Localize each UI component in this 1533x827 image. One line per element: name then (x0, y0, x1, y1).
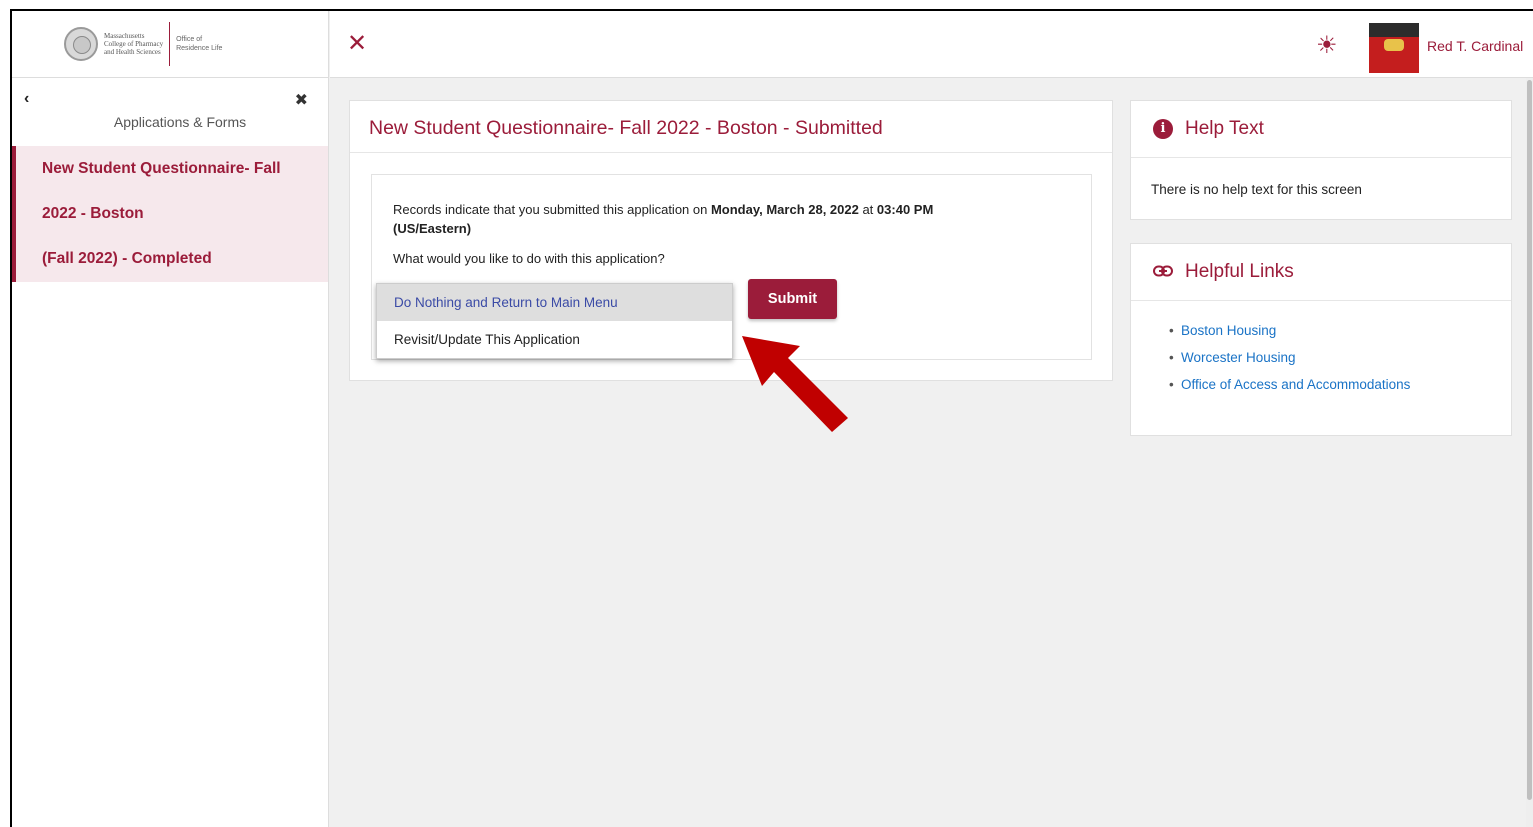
submission-record-text: Records indicate that you submitted this… (393, 200, 1013, 238)
office-name-line2: Residence Life (176, 45, 223, 52)
application-status-box: Records indicate that you submitted this… (371, 174, 1092, 360)
action-question: What would you like to do with this appl… (393, 251, 665, 266)
chevron-left-icon[interactable]: ‹ (24, 90, 29, 108)
office-name: Office of Residence Life (176, 35, 222, 53)
top-bar: ✕ ☀ Red T. Cardinal (330, 11, 1533, 78)
scrollbar[interactable] (1526, 78, 1533, 827)
sidebar-item-label-line1: New Student Questionnaire- Fall (42, 160, 281, 177)
help-text-header: i Help Text (1131, 101, 1511, 158)
app-frame: Massachusetts College of Pharmacy and He… (10, 9, 1533, 827)
helpful-links-header: Helpful Links (1131, 244, 1511, 301)
college-name-line2: College of Pharmacy (104, 40, 164, 48)
link-access-accommodations[interactable]: Office of Access and Accommodations (1169, 377, 1511, 392)
sidebar-close-icon[interactable]: ✖ (295, 90, 308, 110)
help-text-title: Help Text (1185, 118, 1264, 139)
college-name-line1: Massachusetts (104, 32, 145, 40)
logo-divider (169, 22, 171, 66)
sidebar-controls: ‹ ✖ (12, 78, 328, 118)
helpful-links-card: Helpful Links Boston Housing Worcester H… (1130, 243, 1512, 436)
sidebar-item-label-line2: 2022 - Boston (42, 205, 144, 222)
records-prefix: Records indicate that you submitted this… (393, 202, 711, 217)
link-boston-housing[interactable]: Boston Housing (1169, 323, 1511, 338)
college-logo[interactable]: Massachusetts College of Pharmacy and He… (64, 22, 222, 66)
college-name: Massachusetts College of Pharmacy and He… (104, 32, 163, 56)
records-date: Monday, March 28, 2022 (710, 202, 859, 217)
helpful-links-title: Helpful Links (1185, 261, 1294, 282)
dropdown-option-do-nothing[interactable]: Do Nothing and Return to Main Menu (377, 284, 732, 321)
user-name[interactable]: Red T. Cardinal (1427, 38, 1523, 54)
records-mid: at (858, 202, 877, 217)
sidebar-item-label-line3: (Fall 2022) - Completed (42, 250, 212, 267)
scrollbar-thumb[interactable] (1527, 80, 1532, 800)
help-text-body: There is no help text for this screen (1151, 182, 1362, 197)
link-icon (1153, 262, 1173, 282)
help-text-card: i Help Text There is no help text for th… (1130, 100, 1512, 220)
close-icon[interactable]: ✕ (347, 29, 367, 58)
annotation-arrow-icon (742, 336, 848, 432)
info-icon: i (1153, 119, 1173, 139)
application-card: New Student Questionnaire- Fall 2022 - B… (349, 100, 1113, 381)
office-name-line1: Office of (176, 36, 203, 43)
dropdown-option-revisit[interactable]: Revisit/Update This Application (377, 321, 732, 358)
avatar[interactable] (1369, 23, 1419, 73)
logo-area: Massachusetts College of Pharmacy and He… (12, 11, 328, 78)
helpful-links-list: Boston Housing Worcester Housing Office … (1131, 301, 1511, 392)
college-name-line3: and Health Sciences (104, 48, 161, 56)
page-title: New Student Questionnaire- Fall 2022 - B… (350, 101, 1112, 153)
theme-toggle-sun-icon[interactable]: ☀ (1316, 31, 1338, 60)
sidebar-item-new-student-questionnaire[interactable]: New Student Questionnaire- Fall 2022 - B… (12, 146, 328, 282)
action-dropdown-list[interactable]: Do Nothing and Return to Main Menu Revis… (376, 283, 733, 359)
link-worcester-housing[interactable]: Worcester Housing (1169, 350, 1511, 365)
sidebar-heading: Applications & Forms (113, 114, 247, 130)
submit-button[interactable]: Submit (748, 279, 837, 319)
college-seal-icon (64, 27, 98, 61)
sidebar: Massachusetts College of Pharmacy and He… (12, 11, 329, 827)
